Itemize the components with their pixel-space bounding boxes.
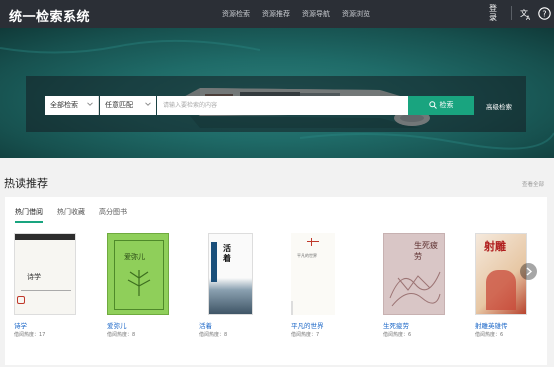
book-cover-title: 活着 — [223, 244, 231, 263]
recommend-tabs: 热门借阅 热门收藏 高分图书 — [15, 207, 141, 223]
book-cover[interactable]: 爱弥儿 — [107, 233, 169, 315]
book-cover-title: 诗学 — [27, 273, 41, 281]
book-popularity: 借阅热度：17 — [14, 332, 46, 338]
carousel-next-button[interactable] — [520, 263, 537, 280]
book-title[interactable]: 生死疲劳 — [383, 320, 409, 330]
match-select[interactable]: 任意匹配 — [100, 96, 156, 115]
header-divider — [511, 6, 512, 20]
help-icon[interactable]: ? — [538, 7, 551, 20]
book-popularity: 借阅热度：7 — [291, 332, 320, 338]
book-title[interactable]: 活着 — [199, 320, 212, 330]
book-cover[interactable]: 射雕 — [475, 233, 527, 315]
search-icon — [428, 101, 437, 109]
book-title[interactable]: 平凡的世界 — [291, 320, 324, 330]
book-popularity: 借阅热度：6 — [475, 332, 504, 338]
recommend-card: 热门借阅 热门收藏 高分图书 — [5, 197, 547, 365]
engraving-pattern-icon — [389, 271, 441, 307]
chevron-down-icon — [145, 102, 151, 106]
nav-resource-navigation[interactable]: 资源导航 — [302, 9, 330, 19]
scope-select-value: 全部检索 — [50, 101, 78, 109]
book-title[interactable]: 诗学 — [14, 320, 27, 330]
chevron-right-icon — [526, 267, 533, 276]
search-input[interactable] — [157, 96, 408, 115]
book-cover[interactable]: 生死疲劳 — [383, 233, 445, 315]
book-cover-title: 爱弥儿 — [124, 253, 145, 261]
login-link[interactable]: 登录 — [489, 4, 498, 22]
book-cover-title: 射雕 — [484, 240, 506, 253]
chevron-down-icon — [87, 102, 93, 106]
translate-icon[interactable]: 文 A — [520, 8, 532, 20]
tree-pattern-icon — [127, 270, 151, 296]
search-button[interactable]: 检索 — [408, 96, 474, 115]
book-cover[interactable]: 活着 — [208, 233, 253, 315]
view-all-link[interactable]: 查看全部 — [522, 180, 544, 188]
book-cover[interactable]: 诗学 — [14, 233, 76, 315]
search-button-label: 检索 — [439, 101, 454, 109]
advanced-search-link[interactable]: 高级检索 — [486, 101, 512, 111]
tab-top-rated[interactable]: 高分图书 — [99, 207, 127, 223]
nav-resource-recommend[interactable]: 资源推荐 — [262, 9, 290, 19]
book-cover[interactable]: 平凡的世界 — [291, 233, 335, 315]
book-popularity: 借阅热度：8 — [199, 332, 228, 338]
main-nav: 资源检索 资源推荐 资源导航 资源浏览 — [222, 9, 370, 19]
section-title: 热读推荐 — [4, 177, 48, 190]
hero-banner: 全部检索 任意匹配 检索 高级检索 — [0, 28, 554, 158]
book-popularity: 借阅热度：8 — [107, 332, 136, 338]
match-select-value: 任意匹配 — [105, 101, 133, 109]
book-title[interactable]: 射雕英雄传 — [475, 320, 508, 330]
book-popularity: 借阅热度：6 — [383, 332, 412, 338]
scope-select[interactable]: 全部检索 — [45, 96, 99, 115]
book-title[interactable]: 爱弥儿 — [107, 320, 127, 330]
nav-resource-search[interactable]: 资源检索 — [222, 9, 250, 19]
tab-hot-collect[interactable]: 热门收藏 — [57, 207, 85, 223]
top-bar: 统一检索系统 资源检索 资源推荐 资源导航 资源浏览 登录 文 A ? — [0, 0, 554, 28]
book-cover-title: 平凡的世界 — [297, 253, 317, 258]
svg-text:?: ? — [542, 10, 546, 19]
nav-resource-browse[interactable]: 资源浏览 — [342, 9, 370, 19]
search-panel: 全部检索 任意匹配 检索 高级检索 — [26, 76, 526, 132]
svg-text:A: A — [526, 15, 531, 20]
site-logo[interactable]: 统一检索系统 — [9, 6, 90, 25]
tab-hot-borrow[interactable]: 热门借阅 — [15, 207, 43, 223]
